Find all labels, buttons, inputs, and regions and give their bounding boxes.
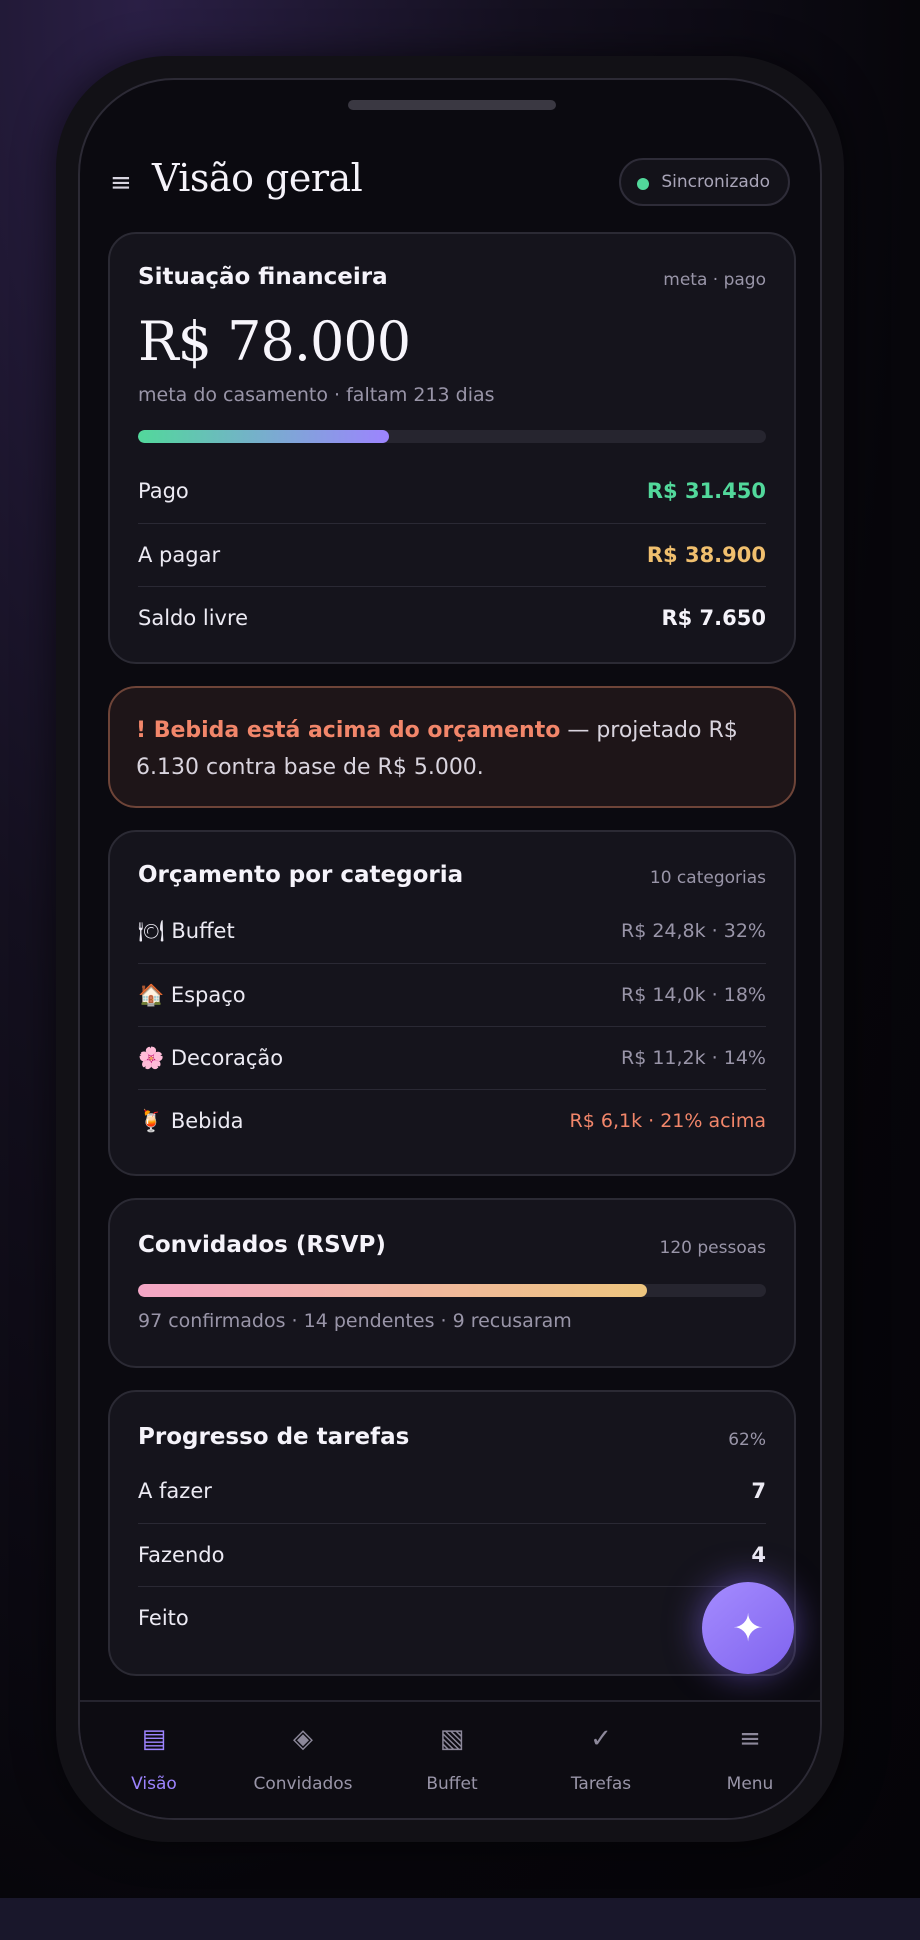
menu-icon[interactable]: ≡ (110, 168, 132, 198)
sync-status-label: Sincronizado (661, 172, 770, 192)
tasks-title: Progresso de tarefas (138, 1424, 410, 1450)
finance-row-label: A pagar (138, 543, 221, 567)
category-row-espaco[interactable]: 🏠 Espaço R$ 14,0k · 18% (138, 963, 766, 1026)
task-label: Feito (138, 1606, 189, 1630)
phone-screen: ≡ Visão geral Sincronizado Situação fina… (78, 78, 822, 1820)
house-icon: 🏠 (138, 982, 165, 1007)
finance-meta: meta · pago (663, 270, 766, 290)
bottom-nav: ▤ Visão ◈ Convidados ▧ Buffet ✓ Tarefas … (80, 1700, 820, 1818)
category-value: R$ 24,8k · 32% (621, 920, 766, 942)
finance-row-label: Saldo livre (138, 606, 249, 630)
finance-card[interactable]: Situação financeira meta · pago R$ 78.00… (108, 232, 796, 664)
category-row-decoracao[interactable]: 🌸 Decoração R$ 11,2k · 14% (138, 1026, 766, 1089)
tasks-meta: 62% (728, 1430, 766, 1450)
finance-row-value: R$ 38.900 (646, 543, 766, 567)
task-row-todo[interactable]: A fazer 7 (138, 1460, 766, 1522)
nav-label: Tarefas (570, 1774, 632, 1794)
over-budget-alert[interactable]: ! Bebida está acima do orçamento — proje… (108, 686, 796, 808)
rsvp-progress-fill (138, 1284, 647, 1297)
nav-item-tarefas[interactable]: ✓ Tarefas (527, 1702, 675, 1802)
budget-category-card[interactable]: Orçamento por categoria 10 categorias 🍽 … (108, 830, 796, 1176)
budget-category-title: Orçamento por categoria (138, 862, 464, 888)
overview-icon: ▤ (141, 1724, 167, 1754)
category-row-bebida[interactable]: 🍹 Bebida R$ 6,1k · 21% acima (138, 1089, 766, 1152)
rsvp-progress-bar (138, 1284, 766, 1297)
task-row-doing[interactable]: Fazendo 4 (138, 1523, 766, 1586)
category-value: R$ 11,2k · 14% (621, 1047, 766, 1069)
category-label: Buffet (171, 918, 235, 943)
guests-title: Convidados (RSVP) (138, 1232, 386, 1258)
background-strip (0, 1898, 920, 1940)
finance-row-balance: Saldo livre R$ 7.650 (138, 586, 766, 649)
alert-title: ! Bebida está acima do orçamento (136, 718, 561, 743)
drink-icon: 🍹 (138, 1108, 165, 1133)
nav-label: Buffet (426, 1774, 478, 1794)
nav-item-buffet[interactable]: ▧ Buffet (378, 1702, 526, 1802)
category-value: R$ 6,1k · 21% acima (569, 1110, 766, 1132)
nav-label: Convidados (253, 1774, 353, 1794)
nav-item-menu[interactable]: ≡ Menu (676, 1702, 820, 1802)
category-label: Espaço (170, 982, 246, 1007)
tasks-card[interactable]: Progresso de tarefas 62% A fazer 7 Fazen… (108, 1390, 796, 1676)
nav-label: Visão (131, 1774, 177, 1794)
flower-icon: 🌸 (138, 1045, 165, 1070)
category-label: Decoração (170, 1045, 284, 1070)
finance-row-paid: Pago R$ 31.450 (138, 460, 766, 522)
budget-category-meta: 10 categorias (649, 868, 766, 888)
budget-progress-fill (138, 430, 390, 443)
task-row-done[interactable]: Feito (138, 1586, 766, 1649)
sync-dot-icon (637, 178, 650, 190)
budget-amount: R$ 78.000 (138, 310, 411, 373)
category-label: Bebida (170, 1108, 244, 1133)
category-row-buffet[interactable]: 🍽 Buffet R$ 24,8k · 32% (138, 900, 766, 962)
sparkle-icon: ✦ (732, 1606, 764, 1650)
nav-label: Menu (726, 1774, 774, 1794)
check-icon: ✓ (590, 1724, 612, 1754)
nav-item-visao[interactable]: ▤ Visão (80, 1702, 228, 1802)
buffet-icon: ▧ (439, 1724, 465, 1754)
guests-card[interactable]: Convidados (RSVP) 120 pessoas 97 confirm… (108, 1198, 796, 1368)
app-header: ≡ Visão geral Sincronizado (110, 150, 790, 222)
guests-meta: 120 pessoas (659, 1238, 767, 1258)
sync-status-badge[interactable]: Sincronizado (619, 158, 790, 206)
finance-subtitle: meta do casamento · faltam 213 dias (138, 384, 495, 406)
finance-row-value: R$ 31.450 (646, 479, 766, 503)
guests-icon: ◈ (293, 1724, 313, 1754)
task-count: 7 (751, 1479, 766, 1503)
finance-row-due: A pagar R$ 38.900 (138, 523, 766, 586)
page-title: Visão geral (152, 156, 363, 200)
notch (348, 100, 556, 110)
nav-item-convidados[interactable]: ◈ Convidados (229, 1702, 377, 1802)
menu-icon: ≡ (739, 1724, 761, 1754)
plate-icon: 🍽 (138, 918, 165, 943)
rsvp-summary: 97 confirmados · 14 pendentes · 9 recusa… (138, 1310, 572, 1332)
finance-title: Situação financeira (138, 264, 388, 290)
finance-row-label: Pago (138, 479, 189, 503)
task-count: 4 (751, 1543, 766, 1567)
category-value: R$ 14,0k · 18% (621, 984, 766, 1006)
ai-assistant-button[interactable]: ✦ (702, 1582, 794, 1674)
task-label: Fazendo (138, 1543, 225, 1567)
task-label: A fazer (138, 1479, 212, 1503)
finance-row-value: R$ 7.650 (661, 606, 766, 630)
budget-progress-bar (138, 430, 766, 443)
